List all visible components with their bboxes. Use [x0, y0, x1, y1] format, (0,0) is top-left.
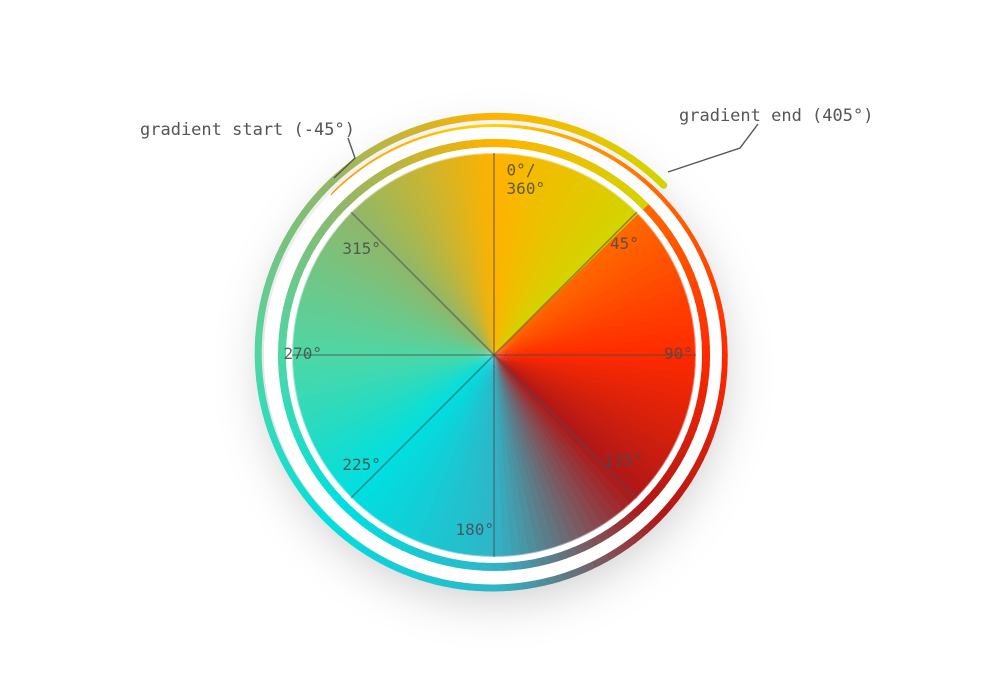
angle-label-270: 270° — [283, 344, 322, 363]
angle-tick-lines — [292, 153, 696, 557]
angle-label-225: 225° — [342, 455, 381, 474]
diagram-stage: gradient start (-45°) gradient end (405°… — [0, 0, 988, 700]
angle-label-315: 315° — [342, 239, 381, 258]
angle-label-45: 45° — [610, 234, 639, 253]
angle-label-135: 135° — [604, 450, 643, 469]
leader-end — [668, 124, 758, 172]
angle-label-90: 90° — [664, 344, 693, 363]
gradient-wheel-svg: 0°/360°45°90°135°180°225°270°315° — [0, 0, 988, 700]
angle-label-180: 180° — [455, 520, 494, 539]
